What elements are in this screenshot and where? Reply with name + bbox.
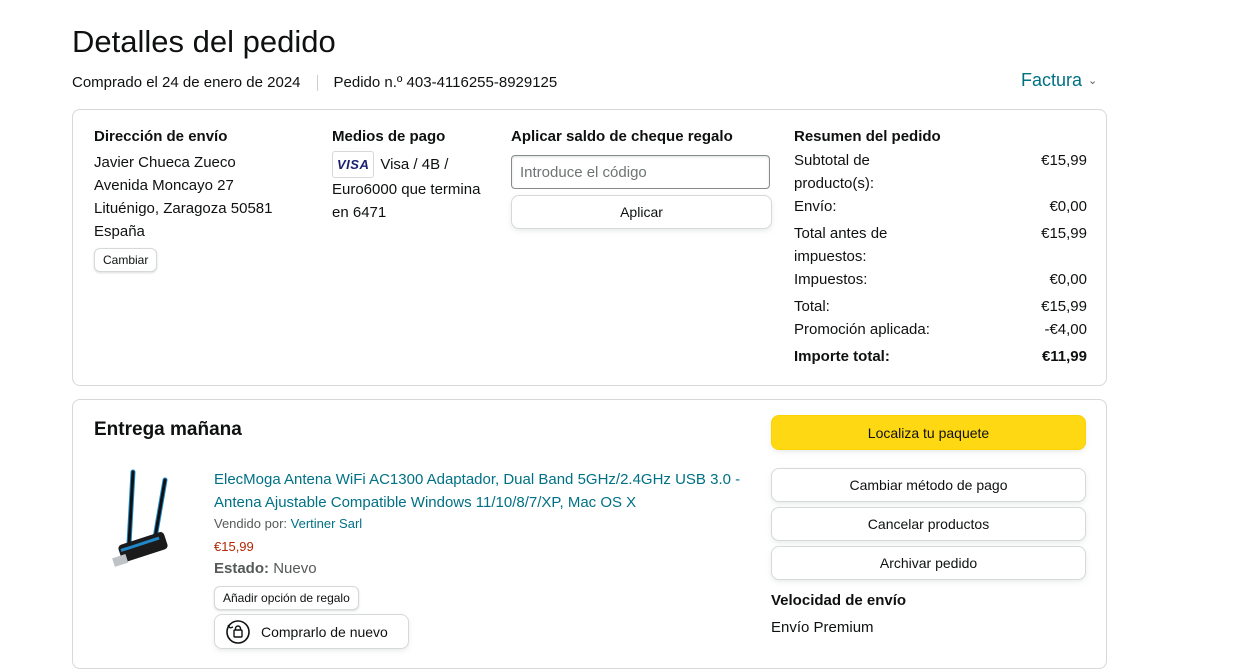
summary-row: Impuestos: €0,00 [794, 268, 1087, 291]
summary-label: Impuestos: [794, 271, 868, 288]
address-line: Lituénigo, Zaragoza 50581 [94, 200, 273, 217]
summary-label: Subtotal de producto(s): [794, 152, 875, 192]
invoice-label: Factura [1021, 70, 1083, 90]
delivery-title: Entrega mañana [94, 419, 242, 440]
payment-text: Euro6000 que termina [332, 181, 481, 198]
delivery-card: Entrega mañana ElecMoga Antena WiFi AC13… [72, 399, 1107, 669]
summary-label: Total antes de impuestos: [794, 225, 888, 265]
purchase-date: Comprado el 24 de enero de 2024 [72, 74, 301, 91]
summary-value: €0,00 [1049, 198, 1087, 215]
shipping-address: Dirección de envío Javier Chueca Zueco A… [94, 128, 314, 272]
product-price: €15,99 [214, 539, 254, 554]
summary-row: Promoción aplicada: -€4,00 [794, 318, 1087, 341]
order-info-card: Dirección de envío Javier Chueca Zueco A… [72, 109, 1107, 386]
summary-label: Promoción aplicada: [794, 321, 930, 338]
archive-order-button[interactable]: Archivar pedido [771, 546, 1086, 580]
payment-method: Medios de pago VISA Visa / 4B / Euro6000 … [332, 128, 502, 224]
buy-again-label: Comprarlo de nuevo [261, 623, 388, 640]
summary-value: €15,99 [1041, 298, 1087, 315]
product-title-link[interactable]: ElecMoga Antena WiFi AC1300 Adaptador, D… [214, 468, 744, 514]
summary-heading: Resumen del pedido [794, 128, 941, 145]
divider [316, 74, 318, 91]
shipping-speed-heading: Velocidad de envío [771, 592, 907, 609]
gift-card-section: Aplicar saldo de cheque regalo Aplicar [511, 128, 776, 229]
payment-heading: Medios de pago [332, 128, 446, 145]
buy-again-button[interactable]: Comprarlo de nuevo [214, 614, 409, 649]
product-image[interactable] [107, 466, 197, 576]
cancel-items-button[interactable]: Cancelar productos [771, 507, 1086, 541]
chevron-down-icon: ⌄ [1088, 75, 1098, 87]
summary-value: €15,99 [1041, 152, 1087, 169]
product-condition: Estado: Nuevo [214, 560, 317, 577]
summary-row: Total antes de impuestos: €15,99 [794, 222, 1087, 268]
summary-row: Subtotal de producto(s): €15,99 [794, 149, 1087, 195]
change-payment-button[interactable]: Cambiar método de pago [771, 468, 1086, 502]
seller-link[interactable]: Vertiner Sarl [291, 516, 363, 531]
address-line: Avenida Moncayo 27 [94, 177, 234, 194]
gift-heading: Aplicar saldo de cheque regalo [511, 128, 733, 145]
condition-label: Estado: [214, 560, 270, 577]
sold-by-label: Vendido por: [214, 516, 288, 531]
change-address-button[interactable]: Cambiar [94, 248, 158, 272]
gift-code-input[interactable] [511, 155, 770, 189]
summary-total-label: Importe total: [794, 348, 890, 365]
summary-row: Total: €15,99 [794, 295, 1087, 318]
payment-text: Visa / 4B / [380, 156, 449, 173]
invoice-dropdown[interactable]: Factura ⌄ [1021, 70, 1097, 91]
summary-label: Total: [794, 298, 830, 315]
order-meta: Comprado el 24 de enero de 2024 Pedido n… [72, 74, 557, 91]
page-title: Detalles del pedido [72, 24, 336, 59]
buy-again-icon [226, 619, 250, 644]
summary-total-value: €11,99 [1041, 348, 1087, 365]
shipping-heading: Dirección de envío [94, 128, 228, 145]
visa-card-icon: VISA [332, 151, 375, 178]
condition-value: Nuevo [273, 560, 317, 577]
payment-text: en 6471 [332, 204, 387, 221]
summary-value: €0,00 [1049, 271, 1087, 288]
summary-label: Envío: [794, 198, 837, 215]
shipping-speed-value: Envío Premium [771, 619, 874, 636]
address-line: Javier Chueca Zueco [94, 154, 236, 171]
apply-gift-button[interactable]: Aplicar [511, 195, 772, 229]
order-number: Pedido n.º 403-4116255-8929125 [333, 74, 558, 91]
summary-value: -€4,00 [1044, 321, 1087, 338]
summary-row: Envío: €0,00 [794, 195, 1087, 218]
sold-by: Vendido por: Vertiner Sarl [214, 516, 362, 531]
add-gift-option-button[interactable]: Añadir opción de regalo [214, 586, 359, 610]
summary-total-row: Importe total: €11,99 [794, 345, 1087, 368]
summary-value: €15,99 [1041, 225, 1087, 242]
track-package-button[interactable]: Localiza tu paquete [771, 415, 1086, 450]
order-summary: Resumen del pedido Subtotal de producto(… [794, 128, 1087, 368]
address-line: España [94, 223, 145, 240]
